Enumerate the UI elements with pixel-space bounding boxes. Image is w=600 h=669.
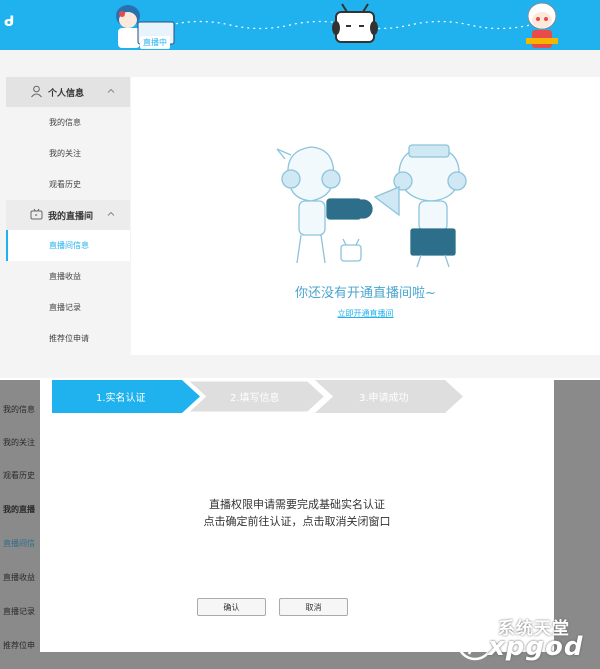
confirm-button[interactable]: 确认 — [197, 598, 266, 616]
tv-mascot-image — [332, 3, 378, 43]
sidebar-item-label: 直播记录 — [49, 303, 81, 312]
chevron-up-icon — [107, 88, 115, 93]
sidebar-item-recommend-apply[interactable]: 推荐位申请 — [6, 323, 130, 354]
sidebar-item-label: 我的关注 — [49, 149, 81, 158]
sidebar-item-watch-history[interactable]: 观看历史 — [6, 169, 130, 200]
sidebar-item-label: 直播收益 — [49, 272, 81, 281]
step-1-active: 1.实名认证 — [52, 380, 200, 413]
sidebar-item-live-records[interactable]: 直播记录 — [6, 292, 130, 323]
dim-sidebar-item: 直播收益 — [3, 573, 35, 582]
dim-sidebar-item: 直播记录 — [3, 607, 35, 616]
chevron-up-icon — [107, 211, 115, 216]
tv-icon — [30, 208, 43, 220]
sidebar-item-label: 推荐位申请 — [49, 334, 89, 343]
sidebar-item-my-follows[interactable]: 我的关注 — [6, 138, 130, 169]
main-content: 你还没有开通直播间啦~ 立即开通直播间 — [131, 77, 600, 355]
step-1-label: 1.实名认证 — [96, 393, 146, 404]
live-tag: 直播中 — [140, 36, 170, 49]
empty-state-message: 你还没有开通直播间啦~ — [295, 286, 436, 301]
empty-state-illustration — [276, 144, 467, 268]
sidebar-item-live-earnings[interactable]: 直播收益 — [6, 261, 130, 292]
step-3-label: 3.申请成功 — [359, 393, 409, 404]
site-logo[interactable]: ᑯ — [4, 14, 14, 30]
dim-sidebar-item: 我的信息 — [3, 405, 35, 414]
mascot-right-image — [526, 2, 558, 48]
cancel-button[interactable]: 取消 — [279, 598, 348, 616]
sidebar-section-live-room[interactable]: 我的直播间 — [6, 200, 130, 230]
dim-sidebar-item: 推荐位申 — [3, 641, 35, 650]
sidebar-section-personal[interactable]: 个人信息 — [6, 77, 130, 107]
step-progress: 3.申请成功 2.填写信息 1.实名认证 — [52, 380, 472, 413]
sidebar-section-personal-label: 个人信息 — [48, 88, 85, 99]
sidebar: 个人信息 我的信息 我的关注 观看历史 我的直播间 直播间信息 直播收益 直播记… — [6, 77, 130, 355]
step-3: 3.申请成功 — [315, 380, 463, 413]
header-banner: ᑯ 直播中 — [0, 0, 600, 50]
sidebar-item-label: 我的信息 — [49, 118, 81, 127]
dimmed-sidebar: 我的信息 我的关注 观看历史 我的直播 直播间信 直播收益 直播记录 推荐位申 — [0, 380, 40, 669]
dim-sidebar-item: 直播间信 — [3, 539, 35, 548]
modal-message: 直播权限申请需要完成基础实名认证 点击确定前往认证，点击取消关闭窗口 — [40, 496, 554, 530]
watermark-text-bottom: xpgod — [488, 632, 584, 662]
dim-sidebar-item: 我的直播 — [3, 505, 35, 514]
top-page-panel: 个人信息 我的信息 我的关注 观看历史 我的直播间 直播间信息 直播收益 直播记… — [0, 50, 600, 378]
dim-sidebar-item: 观看历史 — [3, 471, 35, 480]
user-icon — [31, 85, 42, 98]
sidebar-section-live-room-label: 我的直播间 — [48, 211, 94, 222]
modal-message-line1: 直播权限申请需要完成基础实名认证 — [209, 498, 385, 511]
sidebar-item-label: 直播间信息 — [49, 241, 89, 250]
sidebar-item-my-info[interactable]: 我的信息 — [6, 107, 130, 138]
dim-sidebar-item: 我的关注 — [3, 438, 35, 447]
open-live-room-link[interactable]: 立即开通直播间 — [131, 308, 600, 319]
sidebar-item-live-room-info[interactable]: 直播间信息 — [6, 230, 130, 261]
sidebar-item-label: 观看历史 — [49, 180, 81, 189]
modal-message-line2: 点击确定前往认证，点击取消关闭窗口 — [203, 515, 391, 528]
step-2-label: 2.填写信息 — [230, 393, 280, 404]
step-2: 2.填写信息 — [186, 380, 326, 413]
